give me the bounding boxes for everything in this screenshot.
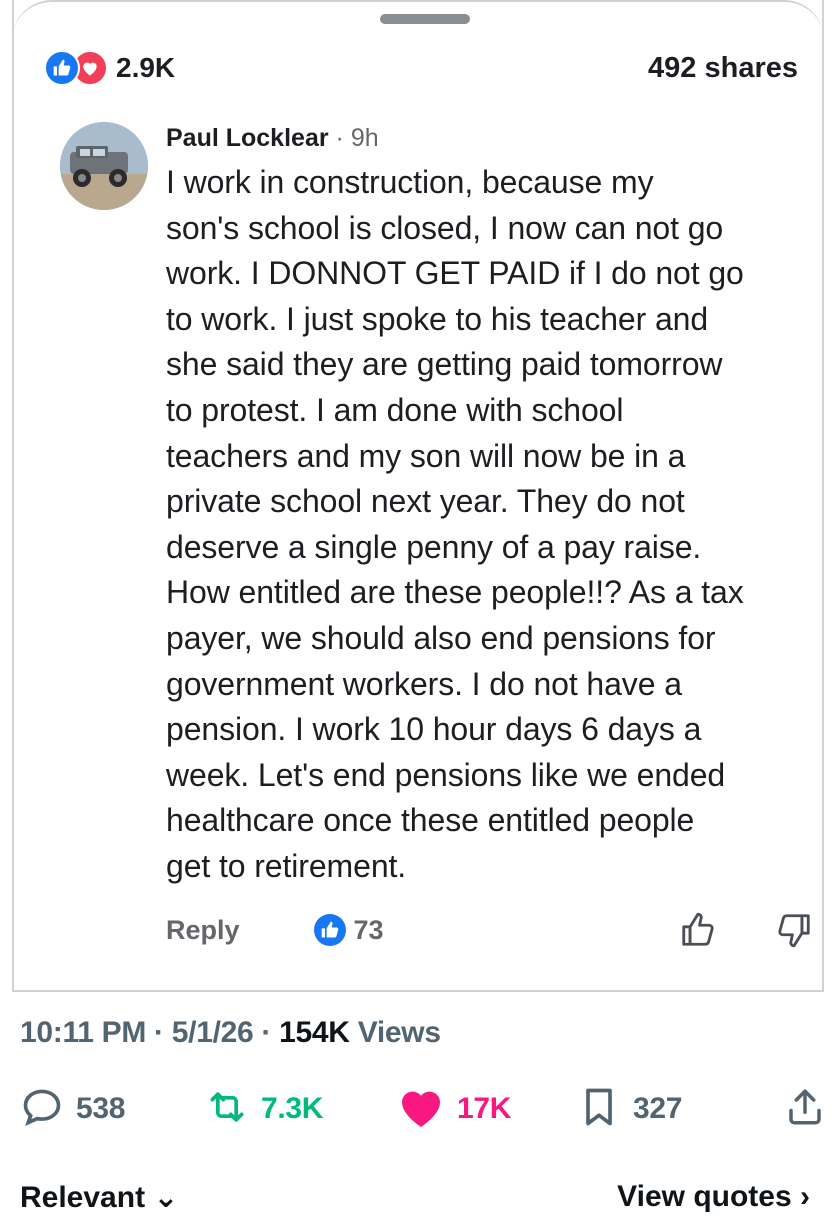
reply-sort-bar: Relevant ⌄ View quotes › bbox=[20, 1180, 810, 1220]
comment: Paul Locklear · 9h I work in constructio… bbox=[166, 120, 826, 890]
heart-icon bbox=[397, 1085, 445, 1134]
commenter-avatar[interactable] bbox=[60, 122, 148, 210]
tweet-metadata: 10:11 PM · 5/1/26 · 154K Views bbox=[20, 1016, 441, 1050]
comment-actions: Reply 73 bbox=[166, 906, 816, 954]
comment-text: I work in construction, because my son's… bbox=[166, 164, 744, 884]
reactions-left[interactable]: 2.9K bbox=[44, 50, 175, 86]
comment-timestamp[interactable]: 9h bbox=[351, 124, 379, 152]
like-action[interactable]: 17K bbox=[397, 1085, 577, 1134]
tweet-time[interactable]: 10:11 PM bbox=[20, 1016, 146, 1049]
view-quotes-link[interactable]: View quotes › bbox=[617, 1180, 810, 1220]
thumbs-down-icon[interactable] bbox=[772, 908, 816, 952]
views-count[interactable]: 154K bbox=[279, 1016, 350, 1049]
share-upload-icon bbox=[784, 1085, 826, 1134]
engagement-bar: 538 7.3K 17K 327 bbox=[20, 1086, 826, 1132]
reply-count: 538 bbox=[76, 1092, 126, 1125]
shares-count[interactable]: 492 shares bbox=[648, 52, 798, 85]
share-action[interactable] bbox=[784, 1085, 826, 1134]
tweet-date[interactable]: 5/1/26 bbox=[172, 1016, 254, 1049]
relevant-sort-dropdown[interactable]: Relevant ⌄ bbox=[20, 1180, 179, 1220]
header-separator: · bbox=[335, 124, 344, 152]
like-count: 17K bbox=[457, 1092, 512, 1125]
reply-action[interactable]: 538 bbox=[20, 1085, 205, 1134]
reactions-count: 2.9K bbox=[116, 52, 176, 83]
reactions-summary: 2.9K 492 shares bbox=[44, 48, 798, 88]
comment-like-count[interactable]: 73 bbox=[354, 915, 384, 946]
facebook-comment-screenshot: 2.9K 492 shares Paul Locklear · 9h I wor… bbox=[12, 0, 824, 992]
retweet-action[interactable]: 7.3K bbox=[205, 1085, 397, 1134]
reply-bubble-icon bbox=[20, 1085, 64, 1134]
bookmark-count: 327 bbox=[633, 1092, 683, 1125]
meta-separator: · bbox=[253, 1016, 280, 1049]
views-label[interactable]: Views bbox=[350, 1016, 441, 1049]
reply-button[interactable]: Reply bbox=[166, 915, 240, 946]
sheet-grab-handle[interactable] bbox=[380, 14, 470, 24]
bookmark-icon bbox=[577, 1085, 621, 1134]
retweet-icon bbox=[205, 1085, 249, 1134]
thumbs-up-icon[interactable] bbox=[676, 908, 720, 952]
comment-header: Paul Locklear · 9h bbox=[166, 120, 826, 156]
like-reaction-icon bbox=[44, 50, 80, 86]
meta-separator: · bbox=[146, 1016, 172, 1049]
bookmark-action[interactable]: 327 bbox=[577, 1085, 752, 1134]
comment-like-badge-icon bbox=[313, 914, 346, 946]
comment-author[interactable]: Paul Locklear bbox=[166, 124, 329, 152]
retweet-count: 7.3K bbox=[261, 1092, 324, 1125]
